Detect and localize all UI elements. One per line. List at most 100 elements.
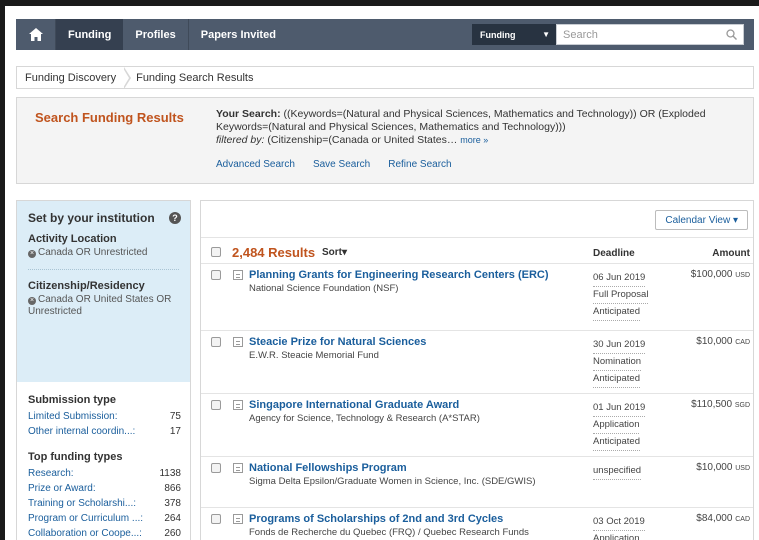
result-amount: $10,000 CAD	[696, 336, 750, 347]
search-actions: Advanced Search Save Search Refine Searc…	[216, 159, 452, 170]
result-sponsor: National Science Foundation (NSF)	[249, 283, 399, 294]
deadline-date: 30 Jun 2019	[593, 337, 646, 354]
facet-row[interactable]: Other internal coordin...: 17	[28, 424, 181, 439]
search-bar: Funding ▼ Search	[472, 24, 744, 45]
search-scope-dropdown[interactable]: Funding ▼	[472, 24, 556, 45]
facet-row[interactable]: Prize or Award: 866	[28, 481, 181, 496]
amount-value: $110,500	[691, 399, 733, 410]
result-sponsor: Agency for Science, Technology & Researc…	[249, 413, 480, 424]
home-button[interactable]	[16, 19, 56, 50]
search-input[interactable]: Search	[556, 24, 744, 45]
facet-label[interactable]: Program or Curriculum ...:	[28, 511, 143, 526]
amount-currency: USD	[735, 272, 750, 279]
row-checkbox[interactable]	[211, 514, 221, 524]
nav-papers-invited[interactable]: Papers Invited	[189, 19, 288, 50]
result-sponsor: E.W.R. Steacie Memorial Fund	[249, 350, 379, 361]
amount-currency: CAD	[735, 339, 750, 346]
amount-value: $10,000	[696, 336, 733, 347]
facet-label[interactable]: Prize or Award:	[28, 481, 96, 496]
result-deadline: 01 Jun 2019 Application Anticipated	[593, 400, 646, 451]
result-title[interactable]: Programs of Scholarships of 2nd and 3rd …	[249, 513, 503, 525]
facet-count: 866	[164, 483, 181, 494]
amount-value: $84,000	[696, 513, 733, 524]
deadline-type: Application	[593, 531, 639, 540]
breadcrumb-funding-discovery[interactable]: Funding Discovery	[17, 67, 124, 88]
refine-search-link[interactable]: Refine Search	[388, 159, 451, 170]
result-sponsor: Sigma Delta Epsilon/Graduate Women in Sc…	[249, 476, 536, 487]
row-checkbox[interactable]	[211, 463, 221, 473]
row-checkbox[interactable]	[211, 270, 221, 280]
page-title: Search Funding Results	[35, 110, 184, 125]
amount-currency: USD	[735, 465, 750, 472]
more-link[interactable]: more »	[460, 135, 488, 145]
facet-row[interactable]: Training or Scholarshi...: 378	[28, 496, 181, 511]
result-deadline: 03 Oct 2019 Application	[593, 514, 645, 540]
help-icon[interactable]: ?	[169, 212, 181, 224]
facet-label[interactable]: Limited Submission:	[28, 409, 117, 424]
breadcrumb-funding-search-results: Funding Search Results	[136, 71, 254, 84]
facet-row[interactable]: Research: 1138	[28, 466, 181, 481]
facet-count: 264	[164, 513, 181, 524]
search-query: ((Keywords=(Natural and Physical Science…	[216, 108, 706, 133]
facet-label[interactable]: Collaboration or Coope...:	[28, 526, 142, 540]
facet-row[interactable]: Limited Submission: 75	[28, 409, 181, 424]
search-scope-label: Funding	[480, 29, 516, 40]
results-count: 2,484 Results	[232, 245, 316, 260]
facet-count: 378	[164, 498, 181, 509]
deadline-status: Anticipated	[593, 304, 641, 321]
facet-count: 260	[164, 528, 181, 539]
facet-label[interactable]: Other internal coordin...:	[28, 424, 135, 439]
result-row: Steacie Prize for Natural Sciences E.W.R…	[201, 330, 753, 392]
nav-funding[interactable]: Funding	[56, 19, 124, 50]
document-icon[interactable]	[233, 270, 243, 280]
deadline-type: Full Proposal	[593, 287, 649, 304]
result-title[interactable]: Planning Grants for Engineering Research…	[249, 269, 549, 281]
result-row: National Fellowships Program Sigma Delta…	[201, 456, 753, 504]
remove-icon[interactable]: ×	[28, 297, 36, 305]
submission-type-title: Submission type	[28, 394, 117, 406]
select-all-checkbox[interactable]	[211, 247, 221, 257]
facet-label[interactable]: Research:	[28, 466, 74, 481]
advanced-search-link[interactable]: Advanced Search	[216, 159, 295, 170]
nav-profiles[interactable]: Profiles	[123, 19, 187, 50]
facet-count: 17	[169, 426, 181, 437]
facet-count: 75	[169, 411, 181, 422]
amount-currency: SGD	[734, 402, 750, 409]
facet-row[interactable]: Program or Curriculum ...: 264	[28, 511, 181, 526]
result-title[interactable]: Singapore International Graduate Award	[249, 399, 459, 411]
result-title[interactable]: National Fellowships Program	[249, 462, 407, 474]
caret-down-icon: ▼	[542, 30, 550, 39]
document-icon[interactable]	[233, 463, 243, 473]
funding-types-title: Top funding types	[28, 451, 123, 463]
remove-icon[interactable]: ×	[28, 250, 36, 258]
search-query-text: Your Search: ((Keywords=(Natural and Phy…	[216, 108, 736, 147]
activity-location-value: × Canada OR Unrestricted	[17, 245, 190, 259]
row-checkbox[interactable]	[211, 400, 221, 410]
sort-dropdown[interactable]: Sort▾	[322, 247, 347, 258]
result-amount: $110,500 SGD	[691, 399, 750, 410]
amount-value: $10,000	[696, 462, 733, 473]
result-title[interactable]: Steacie Prize for Natural Sciences	[249, 336, 426, 348]
search-icon[interactable]	[726, 29, 737, 40]
facet-row[interactable]: Collaboration or Coope...: 260	[28, 526, 181, 540]
deadline-date: unspecified	[593, 463, 642, 480]
top-navigation: Funding Profiles Papers Invited Funding …	[16, 19, 754, 50]
results-header: 2,484 Results Sort▾ Deadline Amount	[201, 237, 753, 263]
breadcrumb-separator	[123, 67, 134, 89]
deadline-date: 03 Oct 2019	[593, 514, 645, 531]
filter-sidebar: Set by your institution ? Activity Locat…	[16, 200, 191, 540]
document-icon[interactable]	[233, 400, 243, 410]
home-icon	[28, 28, 43, 41]
document-icon[interactable]	[233, 514, 243, 524]
facet-label[interactable]: Training or Scholarshi...:	[28, 496, 136, 511]
row-checkbox[interactable]	[211, 337, 221, 347]
result-deadline: unspecified	[593, 463, 642, 480]
calendar-view-button[interactable]: Calendar View ▾	[655, 210, 748, 230]
amount-column-header: Amount	[712, 248, 750, 259]
document-icon[interactable]	[233, 337, 243, 347]
search-summary-panel: Search Funding Results Your Search: ((Ke…	[16, 97, 754, 184]
result-amount: $10,000 USD	[696, 462, 750, 473]
save-search-link[interactable]: Save Search	[313, 159, 370, 170]
deadline-status: Anticipated	[593, 434, 641, 451]
window-frame-top	[0, 0, 759, 6]
